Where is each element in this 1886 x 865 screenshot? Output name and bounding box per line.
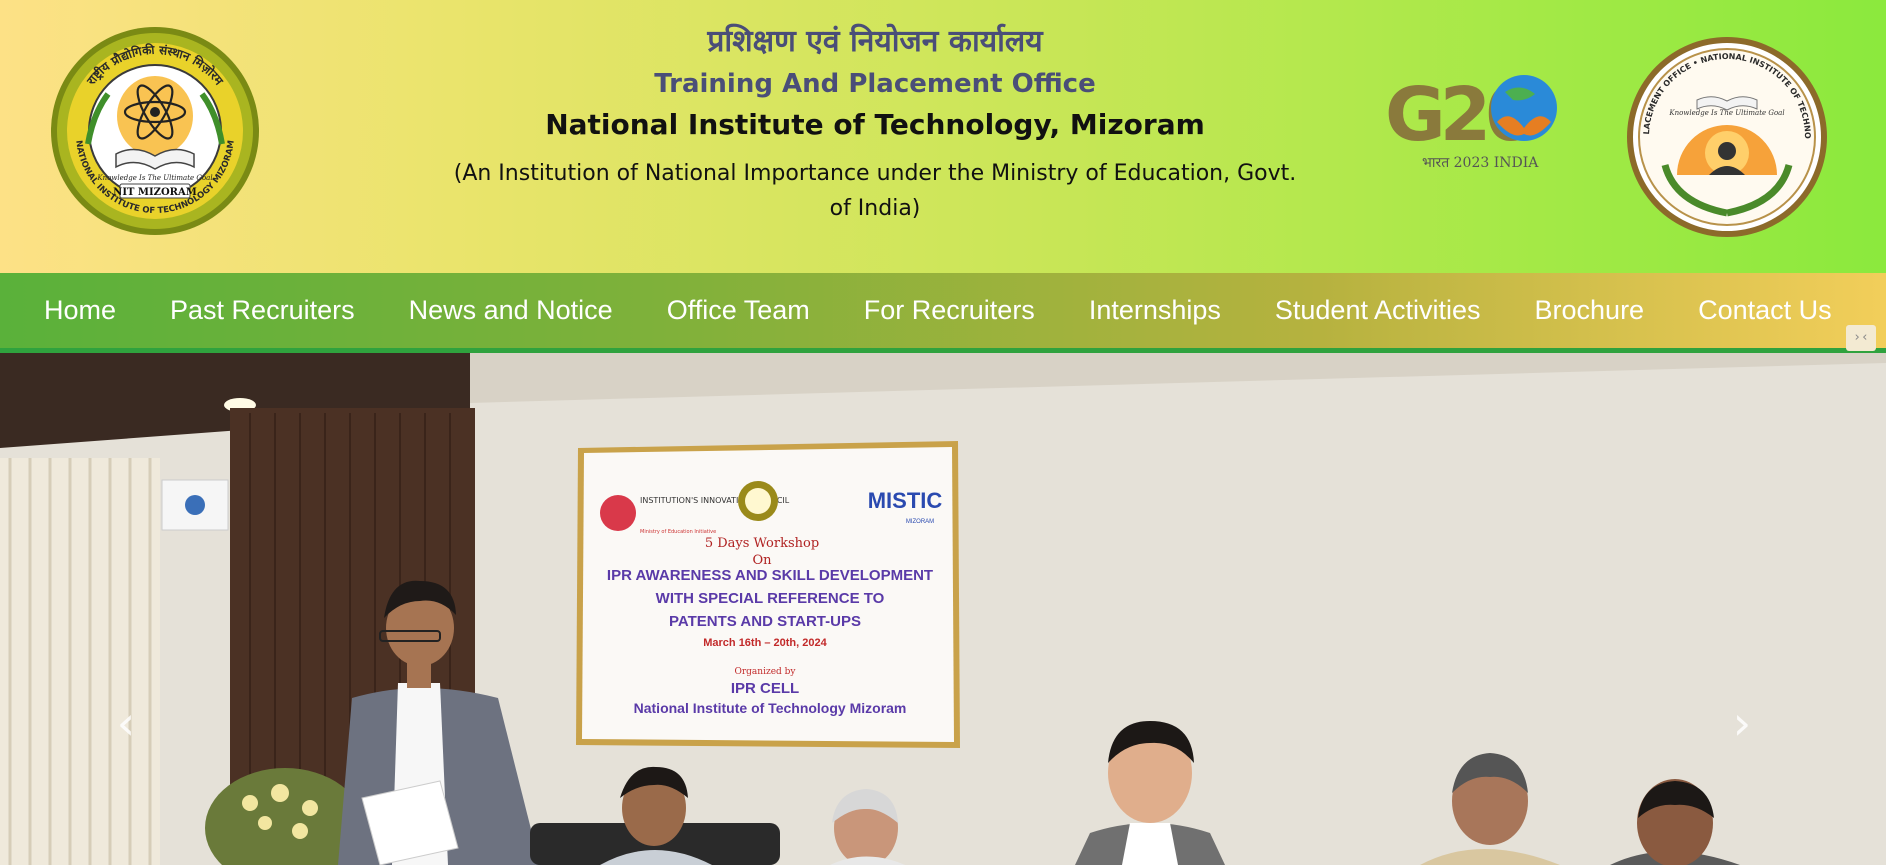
banner-topic3: PATENTS AND START-UPS bbox=[669, 613, 861, 630]
site-header: राष्ट्रीय प्रौद्योगिकी संस्थान मिज़ोरम N… bbox=[0, 0, 1886, 273]
hero-carousel: INSTITUTION'S INNOVATION COUNCIL Ministr… bbox=[0, 353, 1886, 865]
logo-motto: Knowledge Is The Ultimate Goal bbox=[96, 174, 212, 182]
banner-dates: March 16th – 20th, 2024 bbox=[703, 637, 827, 649]
banner-line1: 5 Days Workshop bbox=[705, 536, 819, 551]
g20-caption: भारत 2023 INDIA bbox=[1422, 155, 1539, 171]
banner-org-right-sub: MIZORAM bbox=[906, 519, 934, 525]
g20-logo: G20 भारत 2023 INDIA bbox=[1385, 72, 1557, 171]
header-title-block: प्रशिक्षण एवं नियोजन कार्यालय Training A… bbox=[420, 20, 1330, 226]
training-placement-logo[interactable]: TRAINING AND PLACEMENT OFFICE • NATIONAL… bbox=[1625, 35, 1829, 239]
nav-for-recruiters[interactable]: For Recruiters bbox=[837, 295, 1062, 326]
nav-home[interactable]: Home bbox=[0, 295, 143, 326]
banner-cell: IPR CELL bbox=[731, 680, 799, 697]
workshop-banner: INSTITUTION'S INNOVATION COUNCIL Ministr… bbox=[576, 441, 960, 748]
institute-note: (An Institution of National Importance u… bbox=[453, 161, 1297, 221]
nav-student-activities[interactable]: Student Activities bbox=[1248, 295, 1508, 326]
nav-past-recruiters[interactable]: Past Recruiters bbox=[143, 295, 382, 326]
hindi-title: प्रशिक्षण एवं नियोजन कार्यालय bbox=[707, 24, 1043, 59]
logo-name: NIT MIZORAM bbox=[113, 187, 197, 198]
nit-mizoram-logo[interactable]: राष्ट्रीय प्रौद्योगिकी संस्थान मिज़ोरम N… bbox=[48, 24, 262, 238]
nav-brochure[interactable]: Brochure bbox=[1508, 295, 1672, 326]
banner-institute: National Institute of Technology Mizoram bbox=[634, 700, 907, 716]
nav-internships[interactable]: Internships bbox=[1062, 295, 1248, 326]
carousel-slide-photo: INSTITUTION'S INNOVATION COUNCIL Ministr… bbox=[0, 353, 1886, 865]
banner-topic1: IPR AWARENESS AND SKILL DEVELOPMENT bbox=[607, 567, 933, 584]
banner-line2: On bbox=[752, 553, 772, 568]
chevron-left-icon[interactable]: ‹ bbox=[106, 693, 146, 753]
main-nav: Home Past Recruiters News and Notice Off… bbox=[0, 273, 1886, 353]
office-title: Training And Placement Office bbox=[654, 69, 1096, 99]
nav-office-team[interactable]: Office Team bbox=[640, 295, 837, 326]
banner-org-left-sub: Ministry of Education Initiative bbox=[640, 529, 716, 535]
collapse-icon[interactable]: ›‹ bbox=[1846, 325, 1876, 351]
nav-news-and-notice[interactable]: News and Notice bbox=[382, 295, 640, 326]
nav-contact-us[interactable]: Contact Us bbox=[1671, 295, 1859, 326]
institute-title: National Institute of Technology, Mizora… bbox=[545, 108, 1205, 141]
banner-organized: Organized by bbox=[734, 667, 796, 677]
banner-topic2: WITH SPECIAL REFERENCE TO bbox=[656, 590, 885, 607]
banner-org-right: MISTIC bbox=[868, 488, 943, 513]
chevron-right-icon[interactable]: › bbox=[1722, 693, 1762, 753]
